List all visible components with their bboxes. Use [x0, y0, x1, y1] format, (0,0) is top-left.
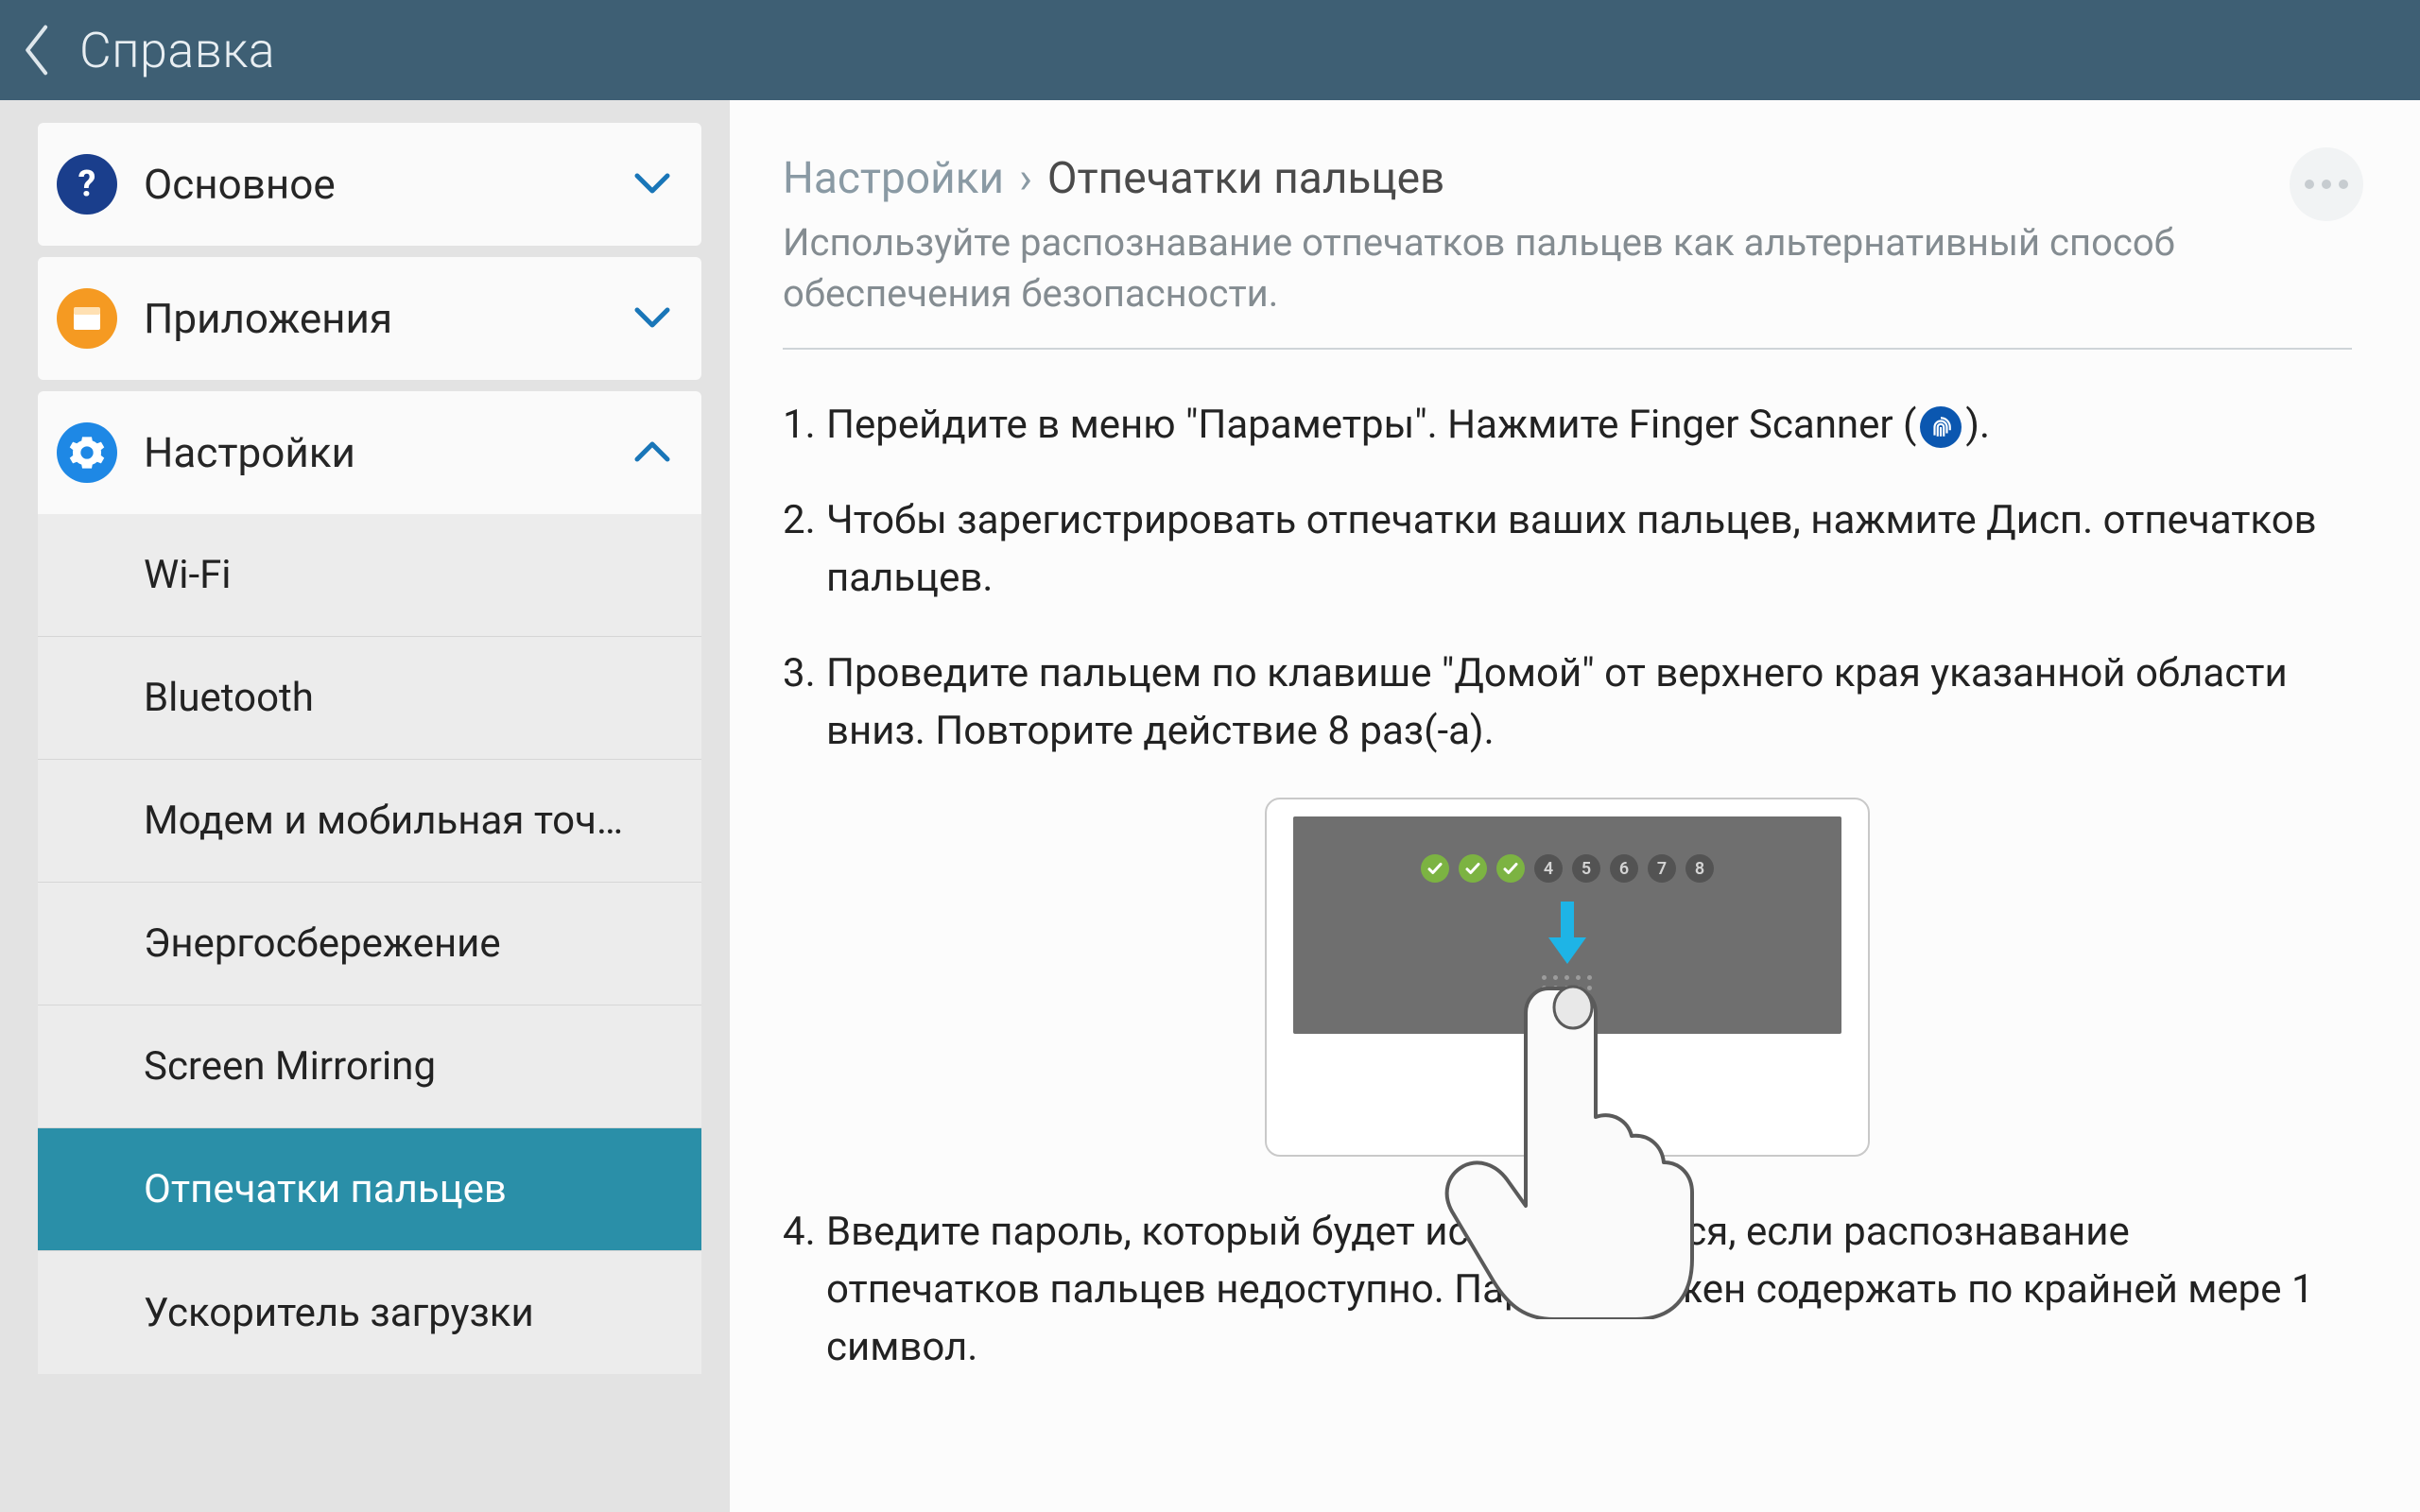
- sidebar-item-wifi[interactable]: Wi-Fi: [38, 514, 701, 637]
- page-title: Справка: [79, 22, 275, 79]
- chevron-up-icon: [631, 432, 673, 473]
- fingerprint-icon: [1920, 406, 1962, 448]
- divider: [783, 348, 2352, 350]
- body: ? Основное Приложения Настройки: [0, 100, 2420, 1512]
- chevron-left-icon: [22, 25, 54, 76]
- step-3: Проведите пальцем по клавише "Домой" от …: [783, 645, 2352, 761]
- chevron-right-icon: ›: [1019, 153, 1032, 204]
- step-2: Чтобы зарегистрировать отпечатки ваших п…: [783, 492, 2352, 608]
- sidebar-item-bluetooth[interactable]: Bluetooth: [38, 637, 701, 760]
- breadcrumb: Настройки › Отпечатки пальцев: [783, 153, 2352, 204]
- step-4: Введите пароль, который будет использова…: [783, 1204, 2352, 1377]
- question-icon: ?: [57, 154, 117, 215]
- sidebar: ? Основное Приложения Настройки: [0, 100, 730, 1512]
- tablet-screen: 4 5 6 7 8: [1293, 816, 1841, 1034]
- progress-badges: 4 5 6 7 8: [1293, 854, 1841, 883]
- sidebar-item-download-booster[interactable]: Ускоритель загрузки: [38, 1251, 701, 1374]
- sidebar-section-label: Основное: [144, 160, 631, 209]
- badge-number: 7: [1648, 854, 1676, 883]
- dots-icon: [2305, 180, 2314, 189]
- sidebar-section-label: Настройки: [144, 428, 631, 477]
- more-button[interactable]: [2290, 147, 2363, 221]
- sidebar-section-apps[interactable]: Приложения: [38, 257, 701, 380]
- chevron-down-icon: [631, 163, 673, 205]
- swipe-target-dots: [1542, 975, 1593, 1011]
- sidebar-section-general[interactable]: ? Основное: [38, 123, 701, 246]
- sidebar-item-fingerprints[interactable]: Отпечатки пальцев: [38, 1128, 701, 1251]
- fingerprint-illustration: 4 5 6 7 8: [783, 798, 2352, 1157]
- breadcrumb-current: Отпечатки пальцев: [1047, 153, 1444, 204]
- sidebar-item-power-saving[interactable]: Энергосбережение: [38, 883, 701, 1005]
- step-1: Перейдите в меню "Параметры". Нажмите Fi…: [783, 397, 2352, 455]
- back-button[interactable]: [19, 31, 57, 69]
- sidebar-item-screen-mirroring[interactable]: Screen Mirroring: [38, 1005, 701, 1128]
- breadcrumb-parent[interactable]: Настройки: [783, 153, 1004, 204]
- badge-done: [1421, 854, 1449, 883]
- content-pane: Настройки › Отпечатки пальцев Используйт…: [730, 100, 2420, 1512]
- badge-done: [1459, 854, 1487, 883]
- instruction-list: Перейдите в меню "Параметры". Нажмите Fi…: [783, 397, 2352, 760]
- apps-icon: [57, 288, 117, 349]
- sidebar-settings-list: Wi-Fi Bluetooth Модем и мобильная точ… Э…: [38, 514, 701, 1374]
- sidebar-section-label: Приложения: [144, 294, 631, 343]
- tablet-graphic: 4 5 6 7 8: [1265, 798, 1870, 1157]
- badge-done: [1496, 854, 1525, 883]
- badge-number: 5: [1572, 854, 1600, 883]
- chevron-down-icon: [631, 298, 673, 339]
- home-key: [1534, 1127, 1600, 1132]
- badge-number: 6: [1610, 854, 1638, 883]
- content-subtitle: Используйте распознавание отпечатков пал…: [783, 217, 2257, 319]
- app-header: Справка: [0, 0, 2420, 100]
- sidebar-item-tethering[interactable]: Модем и мобильная точ…: [38, 760, 701, 883]
- badge-number: 8: [1685, 854, 1714, 883]
- instruction-list-cont: Введите пароль, который будет использова…: [783, 1204, 2352, 1377]
- sidebar-section-settings[interactable]: Настройки: [38, 391, 701, 514]
- arrow-down-icon: [1547, 902, 1588, 971]
- gear-icon: [57, 422, 117, 483]
- badge-number: 4: [1534, 854, 1563, 883]
